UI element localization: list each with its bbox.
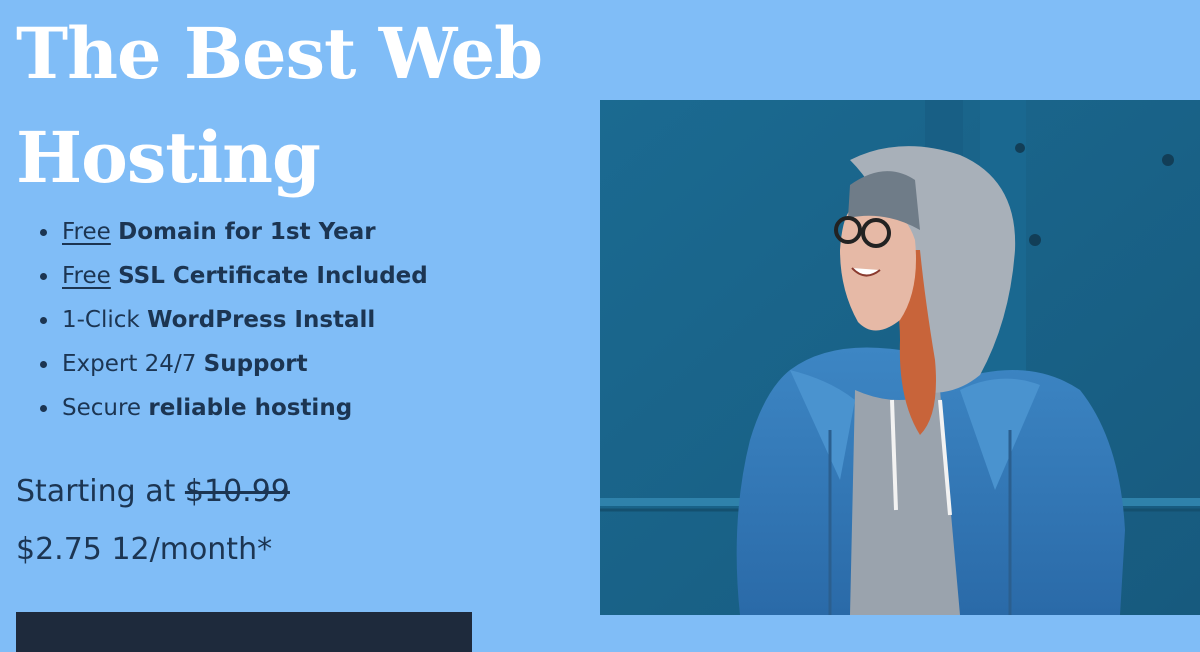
free-ssl-link[interactable]: Free [62,263,111,289]
bullet-icon [40,361,47,368]
feature-item-free-ssl: Free SSL Certificate Included [40,254,428,298]
feature-list: Free Domain for 1st Year Free SSL Certif… [40,210,428,430]
feature-prefix: 1-Click [62,307,140,333]
hero-photo [600,100,1200,615]
old-price: $10.99 [184,474,290,509]
feature-item-support: Expert 24/7 Support [40,342,428,386]
price-period: 12/month* [111,532,273,567]
title-line-2: Hosting [16,116,321,199]
feature-label: Support [203,351,308,377]
bullet-icon [40,273,47,280]
title-line-1: The Best Web [16,12,543,95]
feature-prefix: Expert 24/7 [62,351,197,377]
feature-label: Domain for 1st Year [118,219,376,245]
feature-label: WordPress Install [147,307,376,333]
feature-item-secure: Secure reliable hosting [40,386,428,430]
starting-label: Starting at [16,474,176,509]
bullet-icon [40,317,47,324]
feature-item-wordpress: 1-Click WordPress Install [40,298,428,342]
feature-label: reliable hosting [148,395,353,421]
feature-prefix: Secure [62,395,142,421]
page-title: The Best Web Hosting [16,2,596,210]
get-started-button[interactable] [16,612,472,652]
free-domain-link[interactable]: Free [62,219,111,245]
smiling-woman-in-hoodie-image [600,100,1200,615]
feature-item-free-domain: Free Domain for 1st Year [40,210,428,254]
feature-label: SSL Certificate Included [118,263,428,289]
bullet-icon [40,229,47,236]
starting-price: Starting at $10.99 [16,474,290,509]
current-price: $2.75 12/month* [16,532,272,567]
new-price: $2.75 [16,532,102,567]
bullet-icon [40,405,47,412]
